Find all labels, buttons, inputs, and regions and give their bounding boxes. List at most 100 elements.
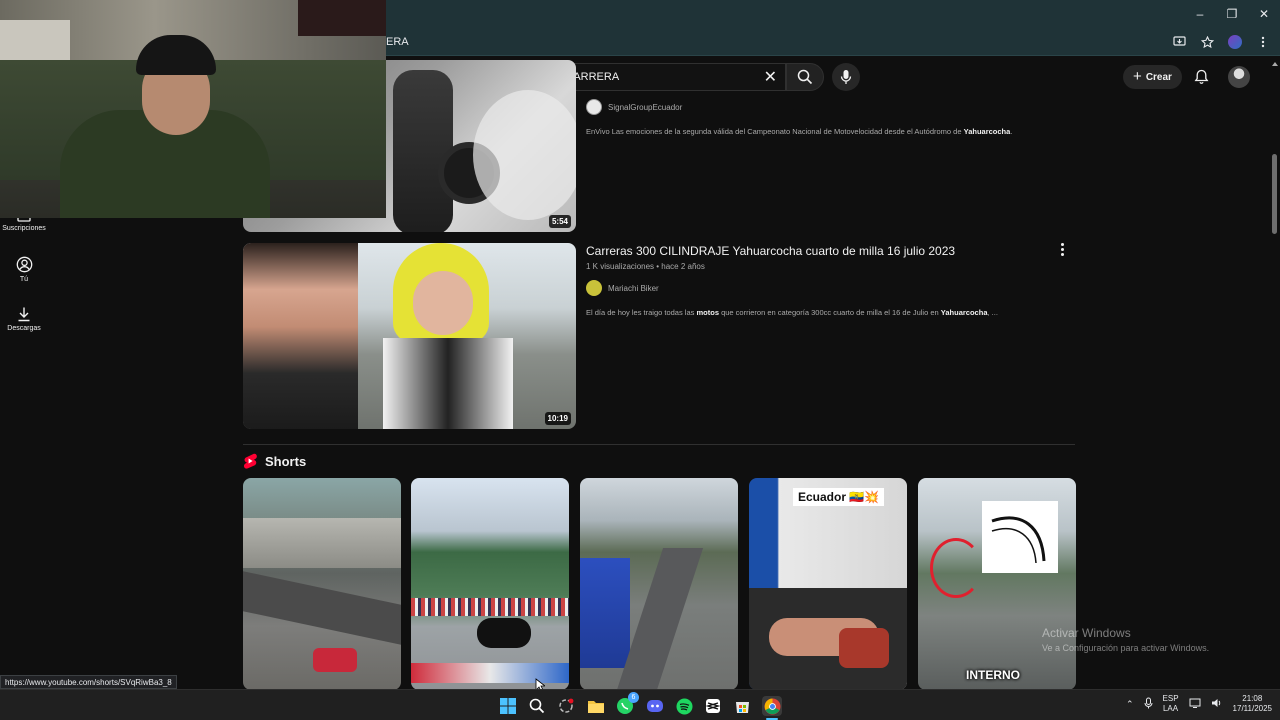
- short-track-road: [243, 571, 401, 645]
- show-hidden-icons-chevron-icon[interactable]: ⌃: [1126, 699, 1134, 710]
- short-thumbnail[interactable]: Ecuador 🇪🇨💥: [749, 478, 907, 690]
- create-label: Crear: [1145, 71, 1172, 83]
- webcam-overlay: [0, 0, 386, 218]
- video-title[interactable]: Carreras 300 CILINDRAJE Yahuarcocha cuar…: [586, 244, 955, 258]
- copilot-icon[interactable]: [556, 696, 576, 716]
- description-text: EnVivo Las emociones de la segunda válid…: [586, 127, 964, 136]
- maximize-button[interactable]: ❐: [1216, 0, 1248, 28]
- thumbnail-face: [413, 271, 473, 335]
- description-text: El día de hoy les traigo todas las: [586, 308, 697, 317]
- microphone-icon: [840, 70, 852, 84]
- short-thumbnail[interactable]: [411, 478, 569, 690]
- video-thumbnail[interactable]: 10:19: [243, 243, 576, 429]
- whatsapp-icon[interactable]: 6: [615, 692, 639, 716]
- clock-date: 17/11/2025: [1232, 704, 1272, 713]
- channel-name[interactable]: SignalGroupEcuador: [608, 103, 682, 112]
- user-icon: [16, 256, 32, 273]
- search-icon: [797, 69, 813, 85]
- file-explorer-icon[interactable]: [586, 696, 606, 716]
- channel-name[interactable]: Mariachi Biker: [608, 284, 659, 293]
- short-track-stands: [243, 518, 401, 568]
- short-meat: [839, 628, 889, 668]
- short-motorcycle: [477, 618, 531, 648]
- download-icon: [18, 307, 30, 322]
- video-duration: 5:54: [548, 215, 571, 228]
- discord-icon[interactable]: [645, 696, 665, 716]
- channel-link[interactable]: Mariachi Biker: [586, 280, 659, 296]
- activate-windows-subtitle: Ve a Configuración para activar Windows.: [1042, 643, 1210, 653]
- windows-taskbar: 6 ⌃ ESP LAA 21:08 17/11/2025: [0, 689, 1280, 720]
- channel-link[interactable]: SignalGroupEcuador: [586, 99, 682, 115]
- language-bottom: LAA: [1162, 704, 1179, 713]
- activate-windows-title: Activar Windows: [1042, 626, 1131, 640]
- scrollbar-thumb[interactable]: [1272, 154, 1277, 234]
- minimize-button[interactable]: –: [1184, 0, 1216, 28]
- video-description: El día de hoy les traigo todas las motos…: [586, 308, 998, 317]
- spotify-icon[interactable]: [674, 696, 694, 716]
- display-tray-icon[interactable]: [1189, 698, 1201, 710]
- voice-search-button[interactable]: [832, 63, 860, 91]
- notifications-bell-icon[interactable]: [1191, 67, 1211, 87]
- channel-avatar: [586, 99, 602, 115]
- description-text: .: [1010, 127, 1013, 136]
- clock[interactable]: 21:08 17/11/2025: [1233, 694, 1272, 714]
- short-blue-tent: [580, 558, 630, 668]
- description-text: que corrieron en categoría 300cc cuarto …: [718, 308, 941, 317]
- sidebar-item-you[interactable]: Tú: [0, 256, 48, 283]
- short-thumbnail[interactable]: INTERNO: [918, 478, 1076, 690]
- sidebar-label-downloads: Descargas: [7, 325, 41, 332]
- profile-icon[interactable]: [1224, 32, 1246, 52]
- channel-avatar: [586, 280, 602, 296]
- link-status-url: https://www.youtube.com/shorts/SVqRiwBa3…: [0, 675, 177, 689]
- description-text: , ...: [987, 308, 998, 317]
- short-crowd: [411, 598, 569, 616]
- shorts-title: Shorts: [265, 453, 307, 469]
- microsoft-store-icon[interactable]: [732, 696, 752, 716]
- chrome-icon[interactable]: [762, 696, 782, 716]
- windows-start-icon[interactable]: [498, 696, 518, 716]
- thumbnail-smoke: [473, 90, 576, 220]
- page-scrollbar[interactable]: [1271, 60, 1279, 688]
- window-controls: – ❐ ✕: [1184, 0, 1280, 28]
- sidebar-label-you: Tú: [19, 276, 29, 283]
- address-bar-actions: [1168, 32, 1274, 52]
- description-highlight: motos: [696, 308, 719, 317]
- webcam-poster: [298, 0, 386, 36]
- language-top: ESP: [1162, 694, 1179, 703]
- video-more-actions-icon[interactable]: [1056, 241, 1068, 257]
- shorts-logo-icon: [243, 453, 257, 469]
- short-overlay-caption: Ecuador 🇪🇨💥: [793, 488, 885, 506]
- short-track-map: [982, 501, 1058, 573]
- taskbar-search-icon[interactable]: [527, 696, 547, 716]
- capcut-icon[interactable]: [703, 696, 723, 716]
- bookmark-star-icon[interactable]: [1196, 32, 1218, 52]
- short-overlay-caption: INTERNO: [966, 668, 1020, 682]
- section-divider: [243, 444, 1075, 445]
- search-button[interactable]: [786, 63, 824, 91]
- plus-icon: +: [1133, 68, 1142, 85]
- install-app-icon[interactable]: [1168, 32, 1190, 52]
- short-red-car: [313, 648, 357, 672]
- sidebar-label-subscriptions: Suscripciones: [2, 225, 46, 232]
- short-thumbnail[interactable]: [580, 478, 738, 690]
- activate-windows-watermark: Activar Windows Ve a Configuración para …: [1042, 626, 1209, 653]
- sidebar-item-downloads[interactable]: Descargas: [0, 306, 48, 332]
- video-metadata: 1 K visualizaciones • hace 2 años: [586, 262, 705, 271]
- thumbnail-rider-suit: [383, 338, 513, 429]
- more-options-icon[interactable]: [1252, 32, 1274, 52]
- account-avatar[interactable]: [1228, 66, 1250, 88]
- whatsapp-notification-badge: 6: [628, 692, 639, 703]
- volume-icon[interactable]: [1211, 698, 1223, 710]
- scroll-up-arrow[interactable]: [1272, 62, 1278, 66]
- short-thumbnail[interactable]: [243, 478, 401, 690]
- clear-search-icon[interactable]: ✕: [764, 67, 777, 87]
- language-indicator[interactable]: ESP LAA: [1163, 694, 1179, 714]
- url-text[interactable]: ERA: [386, 36, 409, 48]
- short-track-stripe: [411, 663, 569, 683]
- create-button[interactable]: + Crear: [1123, 65, 1182, 89]
- thumbnail-person-left: [243, 243, 358, 429]
- description-highlight: Yahuarcocha: [963, 127, 1011, 136]
- video-description: EnVivo Las emociones de la segunda válid…: [586, 127, 1012, 136]
- microphone-tray-icon[interactable]: [1144, 697, 1153, 711]
- close-button[interactable]: ✕: [1248, 0, 1280, 28]
